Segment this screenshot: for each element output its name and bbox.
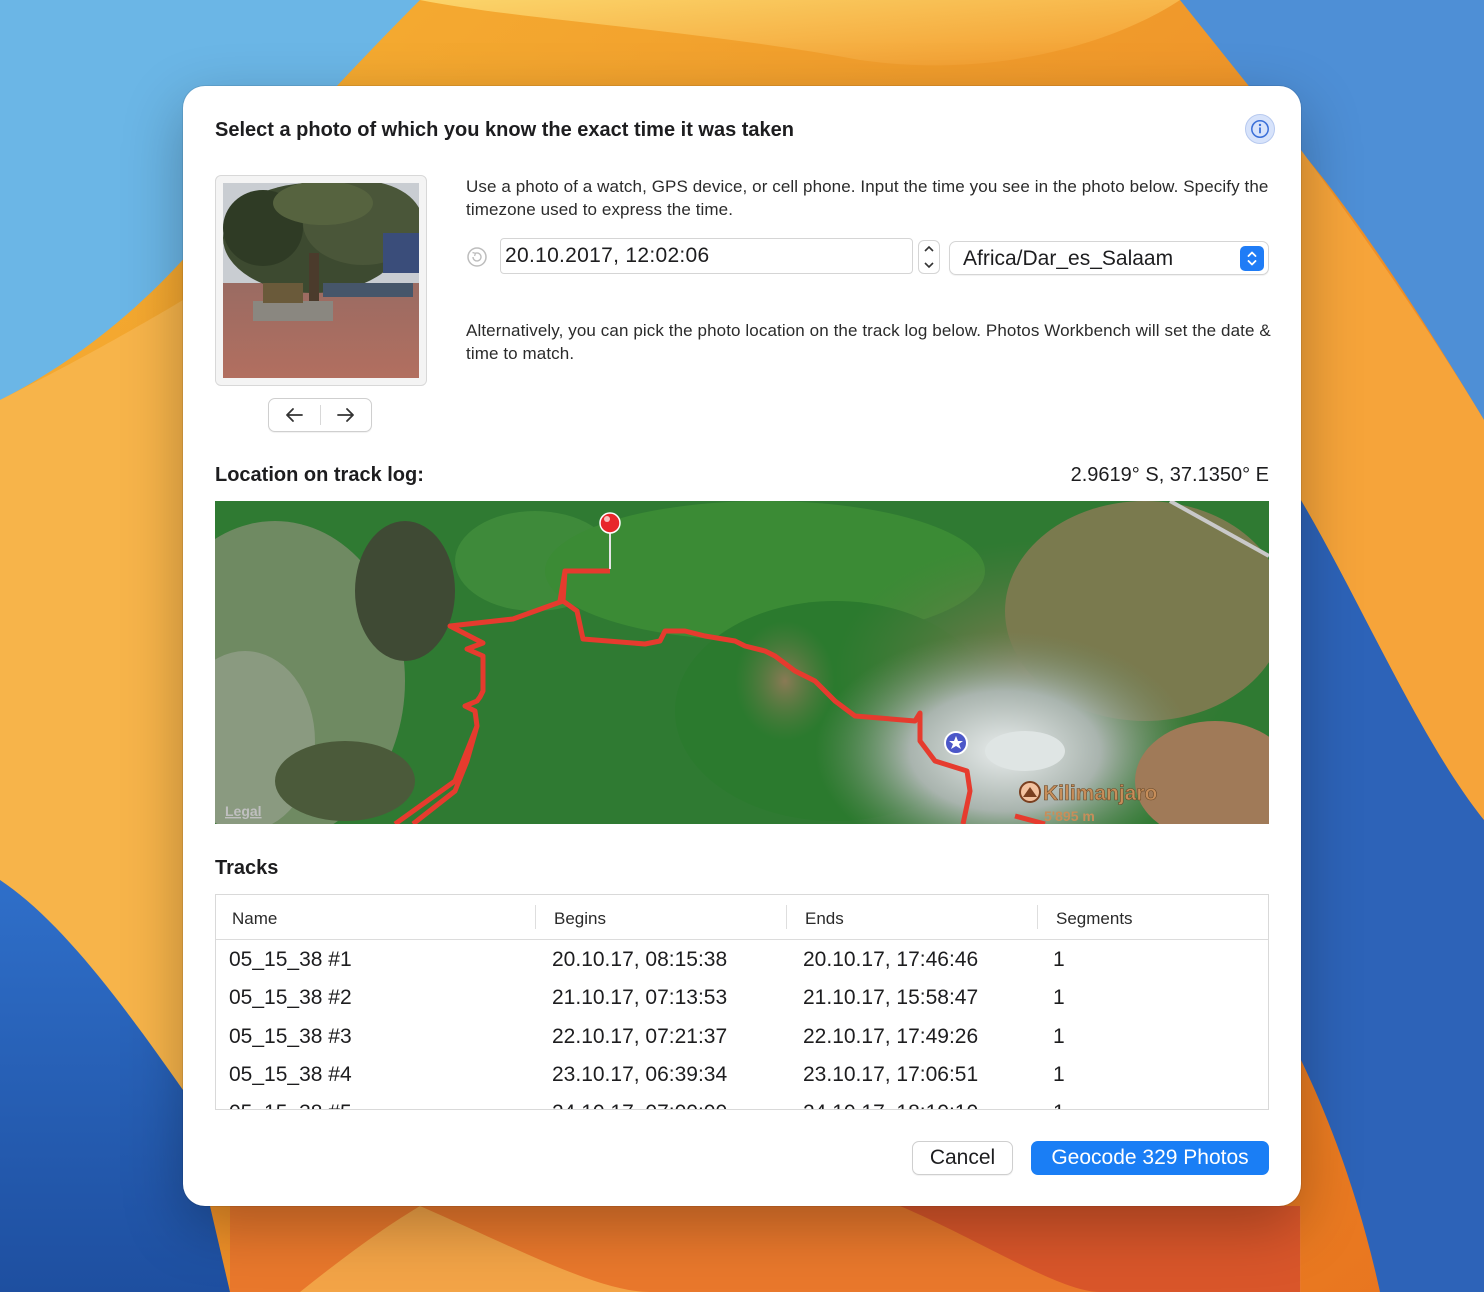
cell-name: 05_15_38 #3 — [229, 1024, 352, 1048]
photo-thumbnail[interactable] — [215, 175, 427, 386]
column-header-begins[interactable]: Begins — [554, 909, 606, 929]
next-photo-button[interactable] — [321, 399, 372, 431]
cancel-button[interactable]: Cancel — [912, 1141, 1013, 1175]
photo-navigation — [268, 398, 372, 432]
location-label: Location on track log: — [215, 464, 424, 486]
cell-begins: 21.10.17, 07:13:53 — [552, 986, 728, 1010]
cell-begins: 22.10.17, 07:21:37 — [552, 1024, 728, 1048]
cell-segments: 1 — [1053, 986, 1065, 1010]
arrow-left-icon — [286, 408, 304, 422]
cell-segments: 1 — [1053, 1024, 1065, 1048]
cell-begins: 23.10.17, 06:39:34 — [552, 1062, 728, 1086]
column-separator — [786, 905, 787, 929]
legal-link[interactable]: Legal — [225, 803, 262, 819]
column-header-segments[interactable]: Segments — [1056, 909, 1133, 929]
column-header-ends[interactable]: Ends — [805, 909, 844, 929]
cell-ends: 23.10.17, 17:06:51 — [803, 1062, 979, 1086]
tracks-table: Name Begins Ends Segments 05_15_38 #1 20… — [215, 894, 1269, 1110]
arrow-right-icon — [336, 408, 354, 422]
column-separator — [1037, 905, 1038, 929]
geocode-dialog: Select a photo of which you know the exa… — [183, 86, 1301, 1206]
info-icon — [1251, 120, 1269, 138]
stepper-down[interactable] — [919, 257, 939, 273]
cell-segments: 1 — [1053, 948, 1065, 971]
table-row[interactable]: 05_15_38 #1 20.10.17, 08:15:38 20.10.17,… — [216, 940, 1268, 978]
peak-name-label: Kilimanjaro — [1043, 782, 1157, 805]
alternative-text: Alternatively, you can pick the photo lo… — [466, 321, 1271, 363]
cell-name: 05_15_38 #2 — [229, 986, 352, 1010]
table-row[interactable]: 05_15_38 #5 24.10.17, 07:00:00 24.10.17,… — [216, 1093, 1268, 1109]
table-row[interactable]: 05_15_38 #3 22.10.17, 07:21:37 22.10.17,… — [216, 1017, 1268, 1055]
previous-photo-button[interactable] — [269, 399, 320, 431]
photo-image — [223, 183, 419, 378]
peak-elevation-label: 5'895 m — [1044, 808, 1095, 824]
cell-ends: 21.10.17, 15:58:47 — [803, 986, 979, 1010]
cell-name: 05_15_38 #4 — [229, 1062, 352, 1086]
mountain-icon — [1019, 781, 1041, 803]
cell-name: 05_15_38 #5 — [229, 1101, 352, 1109]
cell-begins: 24.10.17, 07:00:00 — [552, 1101, 727, 1109]
location-coordinates: 2.9619° S, 37.1350° E — [1070, 464, 1269, 486]
info-button[interactable] — [1245, 114, 1275, 144]
table-row[interactable]: 05_15_38 #2 21.10.17, 07:13:53 21.10.17,… — [216, 978, 1268, 1016]
column-header-name[interactable]: Name — [232, 909, 277, 929]
datetime-input[interactable]: 20.10.2017, 12:02:06 — [500, 238, 913, 274]
table-header: Name Begins Ends Segments — [216, 895, 1268, 940]
cell-ends: 20.10.17, 17:46:46 — [803, 948, 979, 971]
tracks-label: Tracks — [215, 857, 279, 879]
cell-name: 05_15_38 #1 — [229, 948, 352, 971]
select-arrows-icon — [1240, 246, 1264, 271]
timezone-value: Africa/Dar_es_Salaam — [963, 247, 1174, 270]
cell-segments: 1 — [1053, 1101, 1065, 1109]
cell-segments: 1 — [1053, 1062, 1065, 1086]
chevron-down-icon — [924, 262, 934, 269]
summit-star-icon[interactable] — [944, 731, 968, 755]
cell-begins: 20.10.17, 08:15:38 — [552, 948, 728, 971]
instructions-text: Use a photo of a watch, GPS device, or c… — [466, 177, 1269, 219]
stepper-up[interactable] — [919, 241, 939, 257]
track-log-map[interactable]: Kilimanjaro 5'895 m Legal — [215, 501, 1269, 824]
timezone-select[interactable]: Africa/Dar_es_Salaam — [949, 241, 1269, 275]
reset-time-icon[interactable] — [466, 246, 488, 268]
chevron-up-icon — [924, 245, 934, 252]
datetime-stepper[interactable] — [918, 240, 940, 274]
table-row[interactable]: 05_15_38 #4 23.10.17, 06:39:34 23.10.17,… — [216, 1055, 1268, 1093]
column-separator — [535, 905, 536, 929]
geocode-photos-button[interactable]: Geocode 329 Photos — [1031, 1141, 1269, 1175]
cell-ends: 24.10.17, 18:10:10 — [803, 1101, 978, 1109]
cell-ends: 22.10.17, 17:49:26 — [803, 1024, 979, 1048]
dialog-title: Select a photo of which you know the exa… — [215, 119, 795, 141]
